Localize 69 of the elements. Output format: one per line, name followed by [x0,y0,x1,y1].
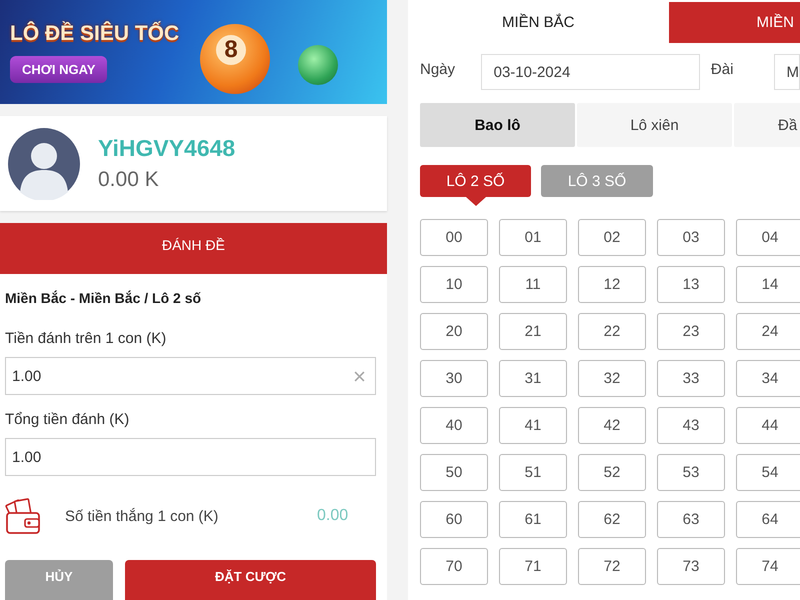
balance: 0.00 K [98,168,160,192]
banner-title: LÔ ĐỀ SIÊU TỐC [10,22,180,46]
number-option[interactable]: 73 [657,548,725,585]
stake-input[interactable]: 1.00 [5,357,376,395]
number-option[interactable]: 23 [657,313,725,350]
number-option[interactable]: 02 [578,219,646,256]
bet-type-tab[interactable]: Bao lô [420,103,575,147]
number-option[interactable]: 33 [657,360,725,397]
digit-mode-button[interactable]: LÔ 2 SỐ [420,165,531,197]
lottery-ball-icon [298,45,338,85]
number-option[interactable]: 32 [578,360,646,397]
number-option[interactable]: 43 [657,407,725,444]
bet-type-tab[interactable]: Đầ [734,103,800,147]
bet-panel-header: ĐÁNH ĐỀ [0,222,387,274]
total-label: Tổng tiền đánh (K) [5,411,130,428]
total-input[interactable]: 1.00 [5,438,376,476]
number-option[interactable]: 01 [499,219,567,256]
number-option[interactable]: 44 [736,407,800,444]
number-option[interactable]: 20 [420,313,488,350]
avatar-icon [8,128,80,200]
date-label: Ngày [420,60,456,78]
number-option[interactable]: 63 [657,501,725,538]
number-option[interactable]: 60 [420,501,488,538]
number-option[interactable]: 70 [420,548,488,585]
wallet-icon [5,497,43,535]
number-option[interactable]: 50 [420,454,488,491]
number-option[interactable]: 30 [420,360,488,397]
number-option[interactable]: 40 [420,407,488,444]
number-option[interactable]: 51 [499,454,567,491]
number-option[interactable]: 71 [499,548,567,585]
number-option[interactable]: 21 [499,313,567,350]
station-field[interactable]: M [774,54,800,90]
number-option[interactable]: 03 [657,219,725,256]
number-option[interactable]: 13 [657,266,725,303]
bet-type-tab[interactable]: Lô xiên [577,103,732,147]
number-option[interactable]: 04 [736,219,800,256]
region-tab[interactable]: MIỀN [668,2,800,43]
stake-label: Tiền đánh trên 1 con (K) [5,330,168,347]
number-option[interactable]: 41 [499,407,567,444]
number-option[interactable]: 10 [420,266,488,303]
number-option[interactable]: 22 [578,313,646,350]
win-amount-label: Số tiền thắng 1 con (K) [65,508,220,524]
number-option[interactable]: 34 [736,360,800,397]
number-option[interactable]: 62 [578,501,646,538]
date-field[interactable]: 03-10-2024 [480,54,700,90]
station-label: Đài [710,60,734,78]
number-option[interactable]: 64 [736,501,800,538]
number-option[interactable]: 72 [578,548,646,585]
number-option[interactable]: 53 [657,454,725,491]
place-bet-button[interactable]: ĐẶT CƯỢC [125,560,376,600]
number-option[interactable]: 31 [499,360,567,397]
win-amount: 0.00 [317,507,348,525]
number-option[interactable]: 54 [736,454,800,491]
promo-banner[interactable]: LÔ ĐỀ SIÊU TỐC CHƠI NGAY 8 [0,0,387,104]
selection-summary: Miền Bắc - Miền Bắc / Lô 2 số [5,290,202,306]
clear-icon[interactable] [354,370,365,382]
pointer-icon [466,197,486,206]
number-option[interactable]: 52 [578,454,646,491]
lottery-ball-drawing: 8 [200,24,270,94]
number-option[interactable]: 24 [736,313,800,350]
number-option[interactable]: 14 [736,266,800,303]
number-option[interactable]: 42 [578,407,646,444]
number-option[interactable]: 74 [736,548,800,585]
play-now-button[interactable]: CHƠI NGAY [10,56,108,83]
number-option[interactable]: 12 [578,266,646,303]
number-option[interactable]: 61 [499,501,567,538]
number-option[interactable]: 00 [420,219,488,256]
username: YiHGVY4648 [98,135,236,162]
number-option[interactable]: 11 [499,266,567,303]
